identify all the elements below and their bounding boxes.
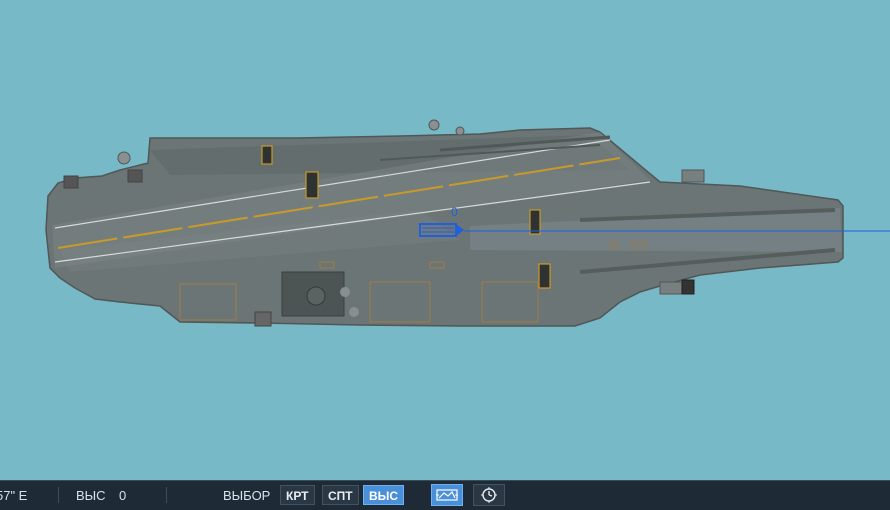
altitude-value: 0 xyxy=(119,488,127,503)
terrain-layer-button[interactable] xyxy=(431,484,463,506)
coordinate-readout: 57" E xyxy=(0,488,28,503)
map-canvas[interactable] xyxy=(0,0,890,480)
altitude-label: ВЫС xyxy=(76,488,106,503)
map-mode-button[interactable]: КРТ xyxy=(280,485,315,505)
clock-icon xyxy=(481,487,497,503)
terrain-layer-icon xyxy=(436,489,458,501)
divider xyxy=(58,487,59,503)
unit-label: 0 xyxy=(451,205,458,219)
divider xyxy=(166,487,167,503)
time-button[interactable] xyxy=(473,484,505,506)
select-label: ВЫБОР xyxy=(223,488,271,503)
altitude-mode-button[interactable]: ВЫС xyxy=(363,485,405,505)
satellite-mode-button[interactable]: СПТ xyxy=(322,485,359,505)
map-viewport[interactable]: 0 xyxy=(0,0,890,480)
status-bar: 57" E ВЫС 0 ВЫБОР КРТ СПТ ВЫС xyxy=(0,480,890,510)
